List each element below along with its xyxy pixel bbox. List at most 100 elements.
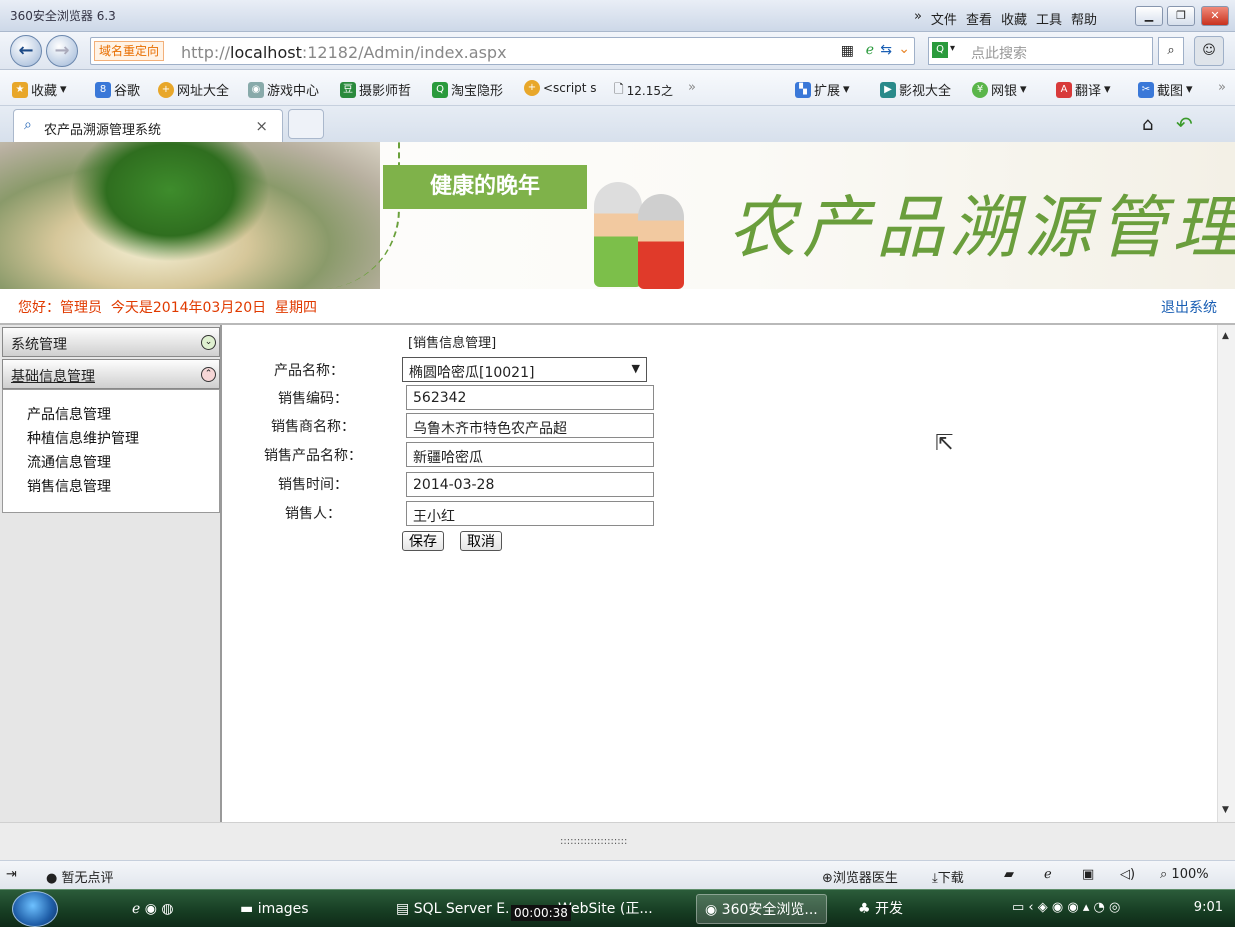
logout-link[interactable]: 退出系统 [1161,297,1217,317]
chevron-down-icon[interactable]: ▼ [632,362,640,375]
sidebar-toggle-icon[interactable]: ⇥ [6,867,17,882]
frame-splitter[interactable]: :::::::::::::::::::: [0,822,1235,860]
undo-icon[interactable]: ↶ [1176,112,1193,136]
vertical-scrollbar[interactable]: ▲ ▼ [1217,325,1235,822]
bookmark-1215[interactable]: 🗋 12.15之 [614,80,673,101]
toolbar-more[interactable]: » [1218,80,1226,95]
toolbar-translate[interactable]: A 翻译 ▾ [1056,80,1111,99]
start-button[interactable] [12,891,58,927]
menu-favorites[interactable]: 收藏 [1001,9,1027,28]
menu-view[interactable]: 查看 [966,9,992,28]
ie-icon[interactable]: ℯ [1044,867,1052,882]
product-select[interactable]: 椭圆哈密瓜[10021] ▼ [402,357,647,382]
compat-icon[interactable]: ⇆ [880,42,892,58]
code-field[interactable]: 562342 [406,385,654,410]
browser-doctor[interactable]: ⊕浏览器医生 [822,867,898,886]
browser-menu: » 文件 查看 收藏 工具 帮助 [914,9,1097,28]
tray-icons[interactable]: ▭ ‹ ◈ ◉ ◉ ▴ ◔ ◎ [1012,900,1120,915]
save-button[interactable]: 保存 [402,531,444,551]
bookmark-nav[interactable]: + 网址大全 [158,80,229,99]
forward-icon[interactable]: → [46,35,78,67]
bookmark-script[interactable]: + <script s [524,80,597,96]
product-select-value[interactable]: 椭圆哈密瓜[10021] [409,365,534,381]
bookmark-games[interactable]: ◉ 游戏中心 [248,80,319,99]
section-basic-info[interactable]: 基础信息管理 ⌃ [2,359,220,389]
bookmark-favorites[interactable]: ★ 收藏 ▾ [12,80,67,99]
splitter-handle[interactable]: :::::::::::::::::::: [560,836,627,847]
cancel-button[interactable]: 取消 [460,531,502,551]
bookmark-photo[interactable]: 豆摄影师哲 [340,80,411,99]
google-icon: 8 [95,81,111,98]
download-button[interactable]: ⤓下载 [932,867,964,886]
sale-product-label: 销售产品名称： [264,448,362,464]
seller-field[interactable]: 乌鲁木齐市特色农产品超 [406,413,654,438]
url-text[interactable]: http://localhost:12182/Admin/index.aspx [181,43,507,62]
sidebar-item-planting[interactable]: 种植信息维护管理 [27,428,139,448]
plus-icon: + [158,81,174,98]
speed-icon[interactable]: ▰ [1004,867,1014,882]
search-icon: Q [432,81,448,98]
user-avatar-icon[interactable]: ☺ [1194,36,1224,66]
close-window-button[interactable]: ✕ [1201,6,1229,26]
sale-product-field[interactable]: 新疆哈密瓜 [406,442,654,467]
section-system-label[interactable]: 系统管理 [11,334,67,354]
taskbar-clock[interactable]: 9:01 [1194,900,1223,915]
ie-mode-icon[interactable]: ℯ [866,42,874,58]
expand-icon[interactable]: ⌄ [201,335,216,350]
qrcode-icon[interactable]: ▦ [841,43,854,59]
taskbar-sqlserver[interactable]: ▤ SQL Server E... [388,894,526,924]
collapse-icon[interactable]: ⌃ [201,367,216,382]
toolbar-screenshot[interactable]: ✂ 截图 ▾ [1138,80,1193,99]
section-system[interactable]: 系统管理 ⌄ [2,327,220,357]
toolbar-video[interactable]: ▶ 影视大全 [880,80,951,99]
page-icon: 🗋 [614,82,624,96]
chevron-down-icon[interactable]: ▾ [950,43,955,54]
elder-woman-image [638,194,684,289]
search-placeholder[interactable]: 点此搜索 [971,43,1027,63]
search-icon[interactable]: ⌕ [1158,37,1184,65]
window-icon[interactable]: ▣ [1082,867,1094,882]
quicklaunch-ie-icon[interactable]: ℯ ◉ ◍ [124,894,182,924]
sidebar-item-sales[interactable]: 销售信息管理 [27,476,111,496]
menu-tools[interactable]: 工具 [1036,9,1062,28]
sidebar-item-product[interactable]: 产品信息管理 [27,404,111,424]
rating-status[interactable]: ● 暂无点评 [46,867,114,886]
new-tab-button[interactable] [288,109,324,139]
taskbar-360browser[interactable]: ◉ 360安全浏览... [696,894,827,924]
menu-file[interactable]: 文件 [931,9,957,28]
address-bar[interactable]: 域名重定向 http://localhost:12182/Admin/index… [90,37,915,65]
bookmark-more[interactable]: » [688,80,696,95]
browser-status-bar: ⇥ ● 暂无点评 ⊕浏览器医生 ⤓下载 ▰ ℯ ▣ ◁) ⌕ 100% [0,860,1235,889]
redirect-badge[interactable]: 域名重定向 [94,41,165,61]
tab-active[interactable]: ⌕ 农产品溯源管理系统 × [13,109,283,142]
menu-help[interactable]: 帮助 [1071,9,1097,28]
greeting-text: 您好：管理员 今天是2014年03月20日 星期四 [18,300,318,316]
salesperson-field[interactable]: 王小红 [406,501,654,526]
tab-label[interactable]: 农产品溯源管理系统 [44,119,161,138]
scroll-up-icon[interactable]: ▲ [1222,331,1229,341]
sidebar-item-circulation[interactable]: 流通信息管理 [27,452,111,472]
back-icon[interactable]: ← [10,35,42,67]
browser360-icon: ◉ [705,902,718,918]
bookmark-taobao[interactable]: Q 淘宝隐形 [432,80,503,99]
taskbar-images[interactable]: ▬ images [232,894,317,924]
home-icon[interactable]: ⌂ [1142,114,1153,135]
taskbar-dev[interactable]: ♣ 开发 [850,894,911,924]
close-icon[interactable]: × [255,117,268,135]
minimize-button[interactable]: ▁ [1135,6,1163,26]
scroll-down-icon[interactable]: ▼ [1222,805,1229,815]
toolbar-extensions[interactable]: ▚ 扩展 ▾ [795,80,850,99]
address-toolbar: ← → 域名重定向 http://localhost:12182/Admin/i… [0,32,1235,70]
toolbar-bank[interactable]: ¥ 网银 ▾ [972,80,1027,99]
search-engine-icon[interactable]: Q [932,42,948,58]
chevron-down-icon[interactable]: ⌄ [898,41,910,57]
maximize-button[interactable]: ❐ [1167,6,1195,26]
bookmark-google[interactable]: 8 谷歌 [95,80,140,99]
banner-calligraphy: 农产品溯源管理 [728,189,1235,268]
sale-time-field[interactable]: 2014-03-28 [406,472,654,497]
search-box[interactable]: Q ▾ 点此搜索 [928,37,1153,65]
menu-more[interactable]: » [914,9,922,28]
section-basic-info-label[interactable]: 基础信息管理 [11,366,95,386]
sound-icon[interactable]: ◁) [1120,867,1135,882]
zoom-control[interactable]: ⌕ 100% [1160,867,1209,882]
